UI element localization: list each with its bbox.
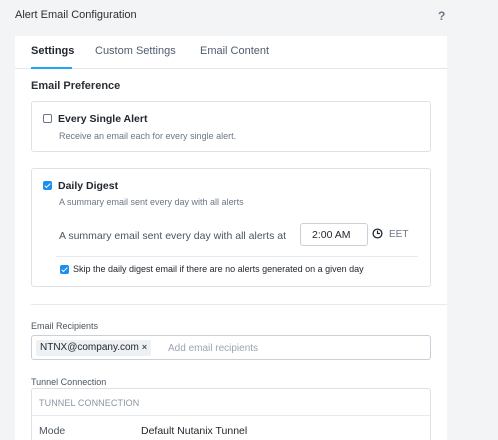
active-tab-indicator (31, 67, 72, 69)
daily-digest-description: A summary email sent every day with all … (59, 197, 244, 207)
skip-empty-digest-label[interactable]: Skip the daily digest email if there are… (73, 264, 364, 274)
daily-digest-label[interactable]: Daily Digest (58, 180, 118, 192)
tab-email-content[interactable]: Email Content (200, 45, 269, 57)
every-single-alert-checkbox[interactable] (43, 114, 52, 123)
tunnel-mode-value: Default Nutanix Tunnel (141, 425, 248, 437)
timezone-label: EET (389, 229, 409, 240)
every-single-alert-label[interactable]: Every Single Alert (58, 113, 147, 125)
tunnel-mode-label: Mode (39, 425, 66, 437)
skip-empty-digest-checkbox[interactable] (60, 265, 69, 274)
tab-custom-settings[interactable]: Custom Settings (95, 45, 176, 57)
tunnel-connection-header: TUNNEL CONNECTION (32, 389, 430, 416)
clock-icon[interactable] (372, 228, 383, 239)
digest-time-input[interactable]: 2:00 AM (300, 223, 368, 246)
email-recipients-input[interactable] (168, 340, 418, 356)
email-recipients-label: Email Recipients (31, 321, 99, 331)
every-single-alert-description: Receive an email each for every single a… (59, 131, 237, 141)
tab-bar: Settings Custom Settings Email Content (15, 36, 447, 69)
digest-schedule-text: A summary email sent every day with all … (59, 230, 287, 242)
tunnel-connection-card: TUNNEL CONNECTION Mode Default Nutanix T… (31, 388, 431, 440)
help-icon[interactable]: ? (438, 9, 445, 23)
tunnel-connection-heading: TUNNEL CONNECTION (39, 398, 140, 408)
dialog-title: Alert Email Configuration (15, 9, 137, 21)
recipient-chip: NTNX@company.com × (36, 340, 152, 356)
email-recipients-field[interactable]: NTNX@company.com × (31, 335, 431, 360)
section-divider (31, 304, 447, 305)
recipient-chip-label: NTNX@company.com (40, 342, 139, 353)
email-preference-heading: Email Preference (31, 80, 121, 92)
remove-chip-icon[interactable]: × (142, 342, 147, 352)
settings-panel: Settings Custom Settings Email Content E… (15, 36, 447, 440)
every-single-alert-card[interactable]: Every Single Alert Receive an email each… (31, 101, 431, 152)
daily-digest-checkbox[interactable] (43, 181, 52, 190)
tab-settings[interactable]: Settings (31, 45, 74, 57)
digest-divider (56, 256, 418, 257)
tunnel-connection-label: Tunnel Connection (31, 377, 107, 387)
